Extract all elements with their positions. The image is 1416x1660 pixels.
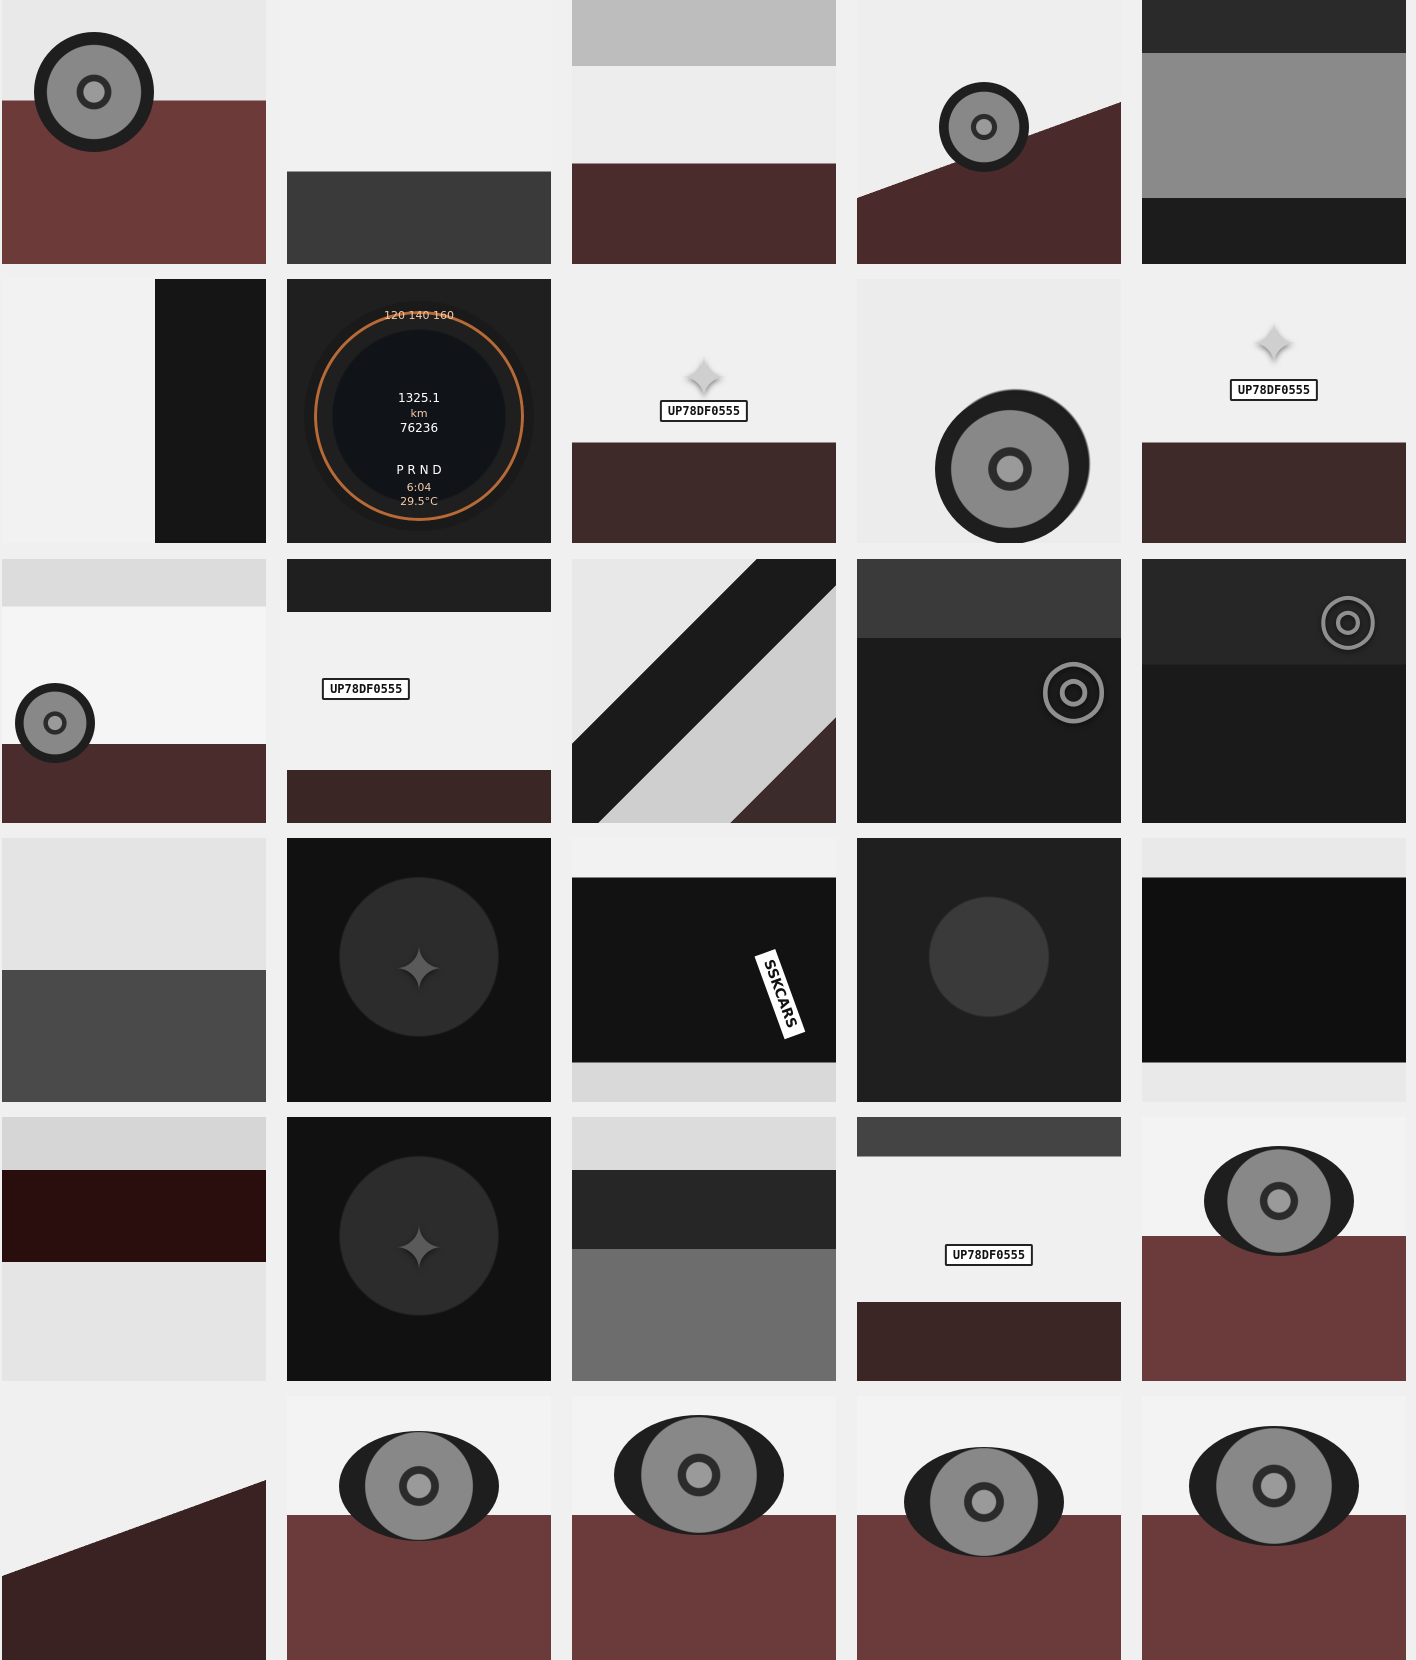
photo	[857, 838, 1121, 1102]
photo-tile-9[interactable]	[857, 279, 1121, 543]
license-plate: UP78DF0555	[944, 1243, 1034, 1266]
photo-tile-23[interactable]	[572, 1117, 836, 1381]
photo	[287, 0, 551, 264]
photo-tile-19[interactable]	[857, 838, 1121, 1102]
photo	[572, 0, 836, 264]
wheel-icon	[935, 394, 1086, 543]
photo-tile-10[interactable]: ✦ UP78DF0555	[1142, 279, 1406, 543]
photo	[2, 1396, 266, 1660]
steering-wheel-icon: ◎	[1317, 576, 1379, 659]
photo-tile-5[interactable]	[1142, 0, 1406, 264]
photo-tile-7[interactable]: 120 140 160 1325.1 km 76236 P R N D 6:04…	[287, 279, 551, 543]
photo-tile-18[interactable]: SSKCARS	[572, 838, 836, 1102]
wheel-icon	[938, 81, 1029, 172]
wheel-icon	[1189, 1425, 1359, 1546]
wheel-icon	[34, 32, 155, 153]
photo-tile-12[interactable]: UP78DF0555	[287, 559, 551, 823]
photo	[2, 838, 266, 1102]
photo-tile-1[interactable]	[2, 0, 266, 264]
photo-tile-26[interactable]	[2, 1396, 266, 1660]
photo-tile-17[interactable]: ✦	[287, 838, 551, 1102]
photo-tile-2[interactable]	[287, 0, 551, 264]
cluster-gear: P R N D	[396, 463, 442, 477]
photo-tile-24[interactable]: UP78DF0555	[857, 1117, 1121, 1381]
photo	[2, 279, 266, 543]
wheel-icon	[339, 1430, 499, 1541]
engine-cover-icon: ✦	[393, 935, 445, 1005]
photo-tile-21[interactable]	[2, 1117, 266, 1381]
photo	[572, 838, 836, 1102]
photo-tile-8[interactable]: ✦ UP78DF0555	[572, 279, 836, 543]
cluster-time: 6:04	[406, 481, 432, 494]
photo	[1142, 0, 1406, 264]
photo-tile-29[interactable]	[857, 1396, 1121, 1660]
photo-tile-15[interactable]: ◎	[1142, 559, 1406, 823]
engine-cover-icon: ✦	[393, 1214, 445, 1284]
photo-tile-30[interactable]	[1142, 1396, 1406, 1660]
photo-tile-4[interactable]	[857, 0, 1121, 264]
license-plate: UP78DF0555	[659, 400, 749, 423]
wheel-icon	[1204, 1146, 1355, 1257]
cluster-trip: 1325.1	[398, 391, 440, 405]
photo-tile-3[interactable]	[572, 0, 836, 264]
photo-gallery: 120 140 160 1325.1 km 76236 P R N D 6:04…	[0, 0, 1416, 1660]
photo	[572, 559, 836, 823]
photo	[1142, 838, 1406, 1102]
star-emblem-icon: ✦	[1250, 312, 1298, 378]
cluster-odometer: 76236	[399, 421, 439, 435]
photo-tile-14[interactable]: ◎	[857, 559, 1121, 823]
photo-tile-28[interactable]	[572, 1396, 836, 1660]
cluster-speeds: 120 140 160	[384, 309, 454, 322]
photo-tile-6[interactable]	[2, 279, 266, 543]
wheel-icon	[903, 1446, 1064, 1557]
steering-wheel-icon: ◎	[1038, 639, 1109, 733]
wheel-icon	[14, 682, 95, 763]
license-plate: UP78DF0555	[322, 677, 411, 700]
photo	[2, 1117, 266, 1381]
wheel-icon	[613, 1415, 784, 1536]
photo	[572, 1117, 836, 1381]
license-plate: UP78DF0555	[1229, 379, 1319, 402]
photo-tile-27[interactable]	[287, 1396, 551, 1660]
photo-tile-22[interactable]: ✦	[287, 1117, 551, 1381]
photo-tile-25[interactable]	[1142, 1117, 1406, 1381]
photo-tile-13[interactable]	[572, 559, 836, 823]
photo-tile-16[interactable]	[2, 838, 266, 1102]
photo-tile-11[interactable]	[2, 559, 266, 823]
cluster-unit: km	[410, 407, 428, 420]
cluster-temp: 29.5°C	[400, 495, 438, 508]
photo-tile-20[interactable]	[1142, 838, 1406, 1102]
